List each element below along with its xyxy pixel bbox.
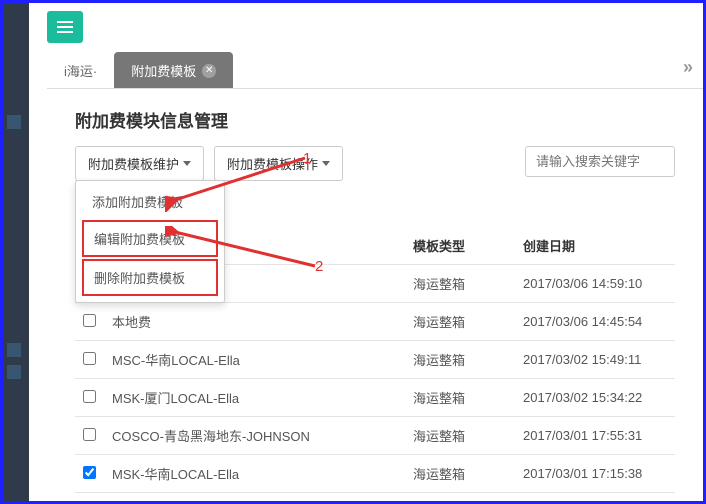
table-row[interactable]: MSK-华南LOCAL-Ella海运整箱2017/03/01 17:15:38 xyxy=(75,455,675,493)
cell-type: 海运整箱 xyxy=(405,303,515,341)
row-checkbox[interactable] xyxy=(83,428,96,441)
tab-shipping[interactable]: i海运· xyxy=(47,52,114,88)
tab-surcharge-template[interactable]: 附加费模板 ✕ xyxy=(114,52,233,88)
cell-type: 海运整箱 xyxy=(405,417,515,455)
search-box xyxy=(525,146,675,177)
chevron-down-icon xyxy=(322,161,330,166)
page-title: 附加费模块信息管理 xyxy=(75,107,675,132)
side-handle[interactable] xyxy=(7,115,21,129)
annotation-number: 1 xyxy=(303,150,311,167)
close-icon[interactable]: ✕ xyxy=(202,64,216,78)
cell-type: 海运整箱 xyxy=(405,379,515,417)
cell-date: 2017/03/06 14:45:54 xyxy=(515,303,675,341)
row-checkbox[interactable] xyxy=(83,314,96,327)
cell-type: 海运整箱 xyxy=(405,265,515,303)
row-checkbox[interactable] xyxy=(83,466,96,479)
side-handle[interactable] xyxy=(7,343,21,357)
maintain-dropdown-button[interactable]: 附加费模板维护 xyxy=(75,146,204,181)
col-type: 模板类型 xyxy=(405,227,515,265)
left-dark-strip xyxy=(3,3,29,501)
tabs-forward-button[interactable]: » xyxy=(683,57,693,78)
row-checkbox[interactable] xyxy=(83,352,96,365)
cell-name: HPL-青岛黑海地东本地费-Johnson xyxy=(104,493,405,504)
button-label: 附加费模板维护 xyxy=(88,154,179,173)
menu-toggle-button[interactable] xyxy=(47,11,83,43)
table-row[interactable]: HPL-青岛黑海地东本地费-Johnson海运整箱2017/03/01 15:0… xyxy=(75,493,675,504)
table-row[interactable]: COSCO-青岛黑海地东-JOHNSON海运整箱2017/03/01 17:55… xyxy=(75,417,675,455)
cell-type: 海运整箱 xyxy=(405,455,515,493)
annotation-number: 2 xyxy=(315,258,323,275)
cell-date: 2017/03/02 15:34:22 xyxy=(515,379,675,417)
table-row[interactable]: 本地费海运整箱2017/03/06 14:45:54 xyxy=(75,303,675,341)
cell-name: 本地费 xyxy=(104,303,405,341)
cell-date: 2017/03/01 17:55:31 xyxy=(515,417,675,455)
cell-name: MSK-厦门LOCAL-Ella xyxy=(104,379,405,417)
cell-name: COSCO-青岛黑海地东-JOHNSON xyxy=(104,417,405,455)
table-row[interactable]: MSK-厦门LOCAL-Ella海运整箱2017/03/02 15:34:22 xyxy=(75,379,675,417)
table-row[interactable]: MSC-华南LOCAL-Ella海运整箱2017/03/02 15:49:11 xyxy=(75,341,675,379)
col-date: 创建日期 xyxy=(515,227,675,265)
operate-dropdown-button[interactable]: 附加费模板操作 xyxy=(214,146,343,181)
menu-item-delete-template[interactable]: 删除附加费模板 xyxy=(82,259,218,296)
row-checkbox[interactable] xyxy=(83,390,96,403)
cell-name: MSK-华南LOCAL-Ella xyxy=(104,455,405,493)
side-handle[interactable] xyxy=(7,365,21,379)
cell-date: 2017/03/01 17:15:38 xyxy=(515,455,675,493)
tab-label: i海运· xyxy=(64,61,97,80)
menu-item-add-template[interactable]: 添加附加费模板 xyxy=(82,185,218,218)
cell-date: 2017/03/02 15:49:11 xyxy=(515,341,675,379)
cell-type: 海运整箱 xyxy=(405,341,515,379)
tab-label: 附加费模板 xyxy=(131,61,196,80)
cell-type: 海运整箱 xyxy=(405,493,515,504)
cell-date: 2017/03/01 15:04:7 xyxy=(515,493,675,504)
maintain-dropdown-menu: 添加附加费模板 编辑附加费模板 删除附加费模板 xyxy=(75,180,225,303)
search-input[interactable] xyxy=(525,146,675,177)
menu-item-edit-template[interactable]: 编辑附加费模板 xyxy=(82,220,218,257)
cell-date: 2017/03/06 14:59:10 xyxy=(515,265,675,303)
chevron-down-icon xyxy=(183,161,191,166)
cell-name: MSC-华南LOCAL-Ella xyxy=(104,341,405,379)
